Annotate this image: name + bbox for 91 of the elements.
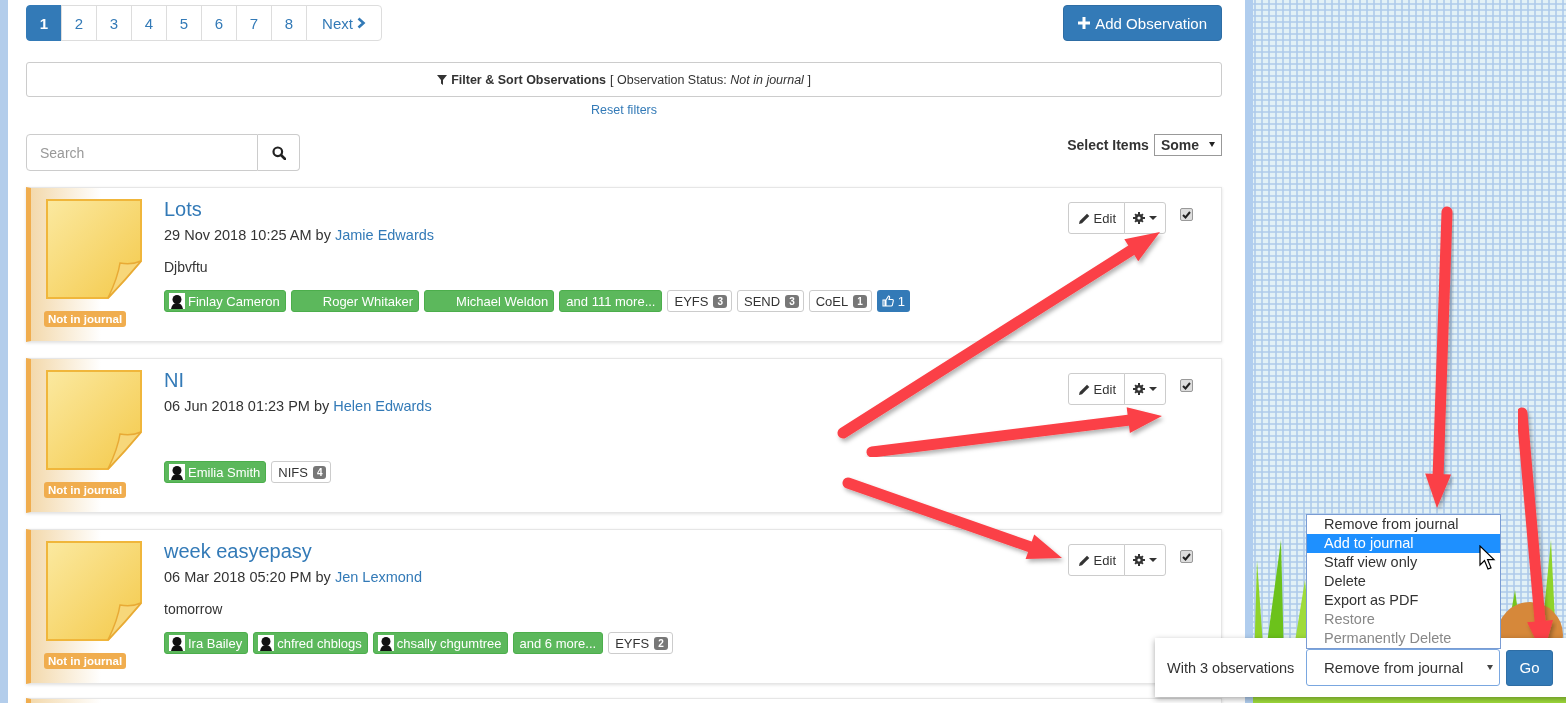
observation-title-link[interactable]: week easyepasy	[164, 540, 312, 563]
more-children-tag[interactable]: and 111 more...	[559, 290, 663, 312]
pencil-icon	[1078, 212, 1090, 224]
framework-tag[interactable]: EYFS 3	[667, 290, 732, 312]
avatar-icon	[169, 293, 185, 309]
search-button[interactable]	[258, 134, 300, 171]
select-items-dropdown[interactable]: Some	[1153, 133, 1222, 156]
author-link[interactable]: Helen Edwards	[333, 398, 432, 414]
page-link[interactable]: 4	[131, 5, 167, 41]
author-link[interactable]: Jamie Edwards	[334, 227, 435, 243]
thumbs-up-icon	[881, 295, 894, 307]
framework-tag[interactable]: SEND 3	[737, 290, 804, 312]
settings-dropdown-button[interactable]	[1124, 202, 1166, 234]
page-link[interactable]: 8	[271, 5, 307, 41]
edit-button[interactable]: Edit	[1067, 373, 1125, 405]
select-checkbox[interactable]	[1180, 208, 1193, 221]
filter-title: Filter & Sort Observations	[451, 72, 607, 87]
dropdown-option[interactable]: Staff view only	[1307, 553, 1500, 572]
count-badge: 4	[312, 465, 327, 479]
avatar-icon	[169, 635, 185, 651]
sticky-note-icon	[46, 370, 142, 470]
count-badge: 2	[654, 636, 668, 650]
by-label: by	[315, 569, 331, 585]
child-tag[interactable]: Ira Bailey	[164, 632, 249, 654]
framework-tag[interactable]: EYFS 2	[608, 632, 673, 654]
child-tag[interactable]: Michael Weldon	[424, 290, 555, 312]
child-tag[interactable]: chfred chblogs	[253, 632, 368, 654]
author-link[interactable]: Jen Lexmond	[334, 569, 422, 585]
avatar-icon	[377, 635, 394, 651]
chevron-right-icon	[356, 17, 366, 29]
edit-button[interactable]: Edit	[1067, 202, 1125, 234]
child-tag[interactable]: Finlay Cameron	[164, 290, 286, 312]
observation-note: Djbvftu	[164, 259, 209, 276]
avatar-icon	[169, 464, 185, 480]
dropdown-option[interactable]: Export as PDF	[1307, 591, 1500, 610]
status-badge: Not in journal	[44, 311, 127, 327]
select-items-label: Select Items	[1067, 136, 1149, 153]
more-children-tag[interactable]: and 6 more...	[512, 632, 604, 654]
search-field[interactable]: Search	[26, 134, 258, 171]
child-tag[interactable]: chsally chgumtree	[372, 632, 508, 654]
sticky-note-icon	[46, 541, 142, 641]
page-link[interactable]: 2	[61, 5, 97, 41]
by-label: by	[313, 398, 330, 414]
page-link[interactable]: 5	[166, 5, 202, 41]
bulk-action-label: With 3 observations	[1167, 659, 1296, 676]
select-checkbox[interactable]	[1180, 379, 1193, 392]
page-link[interactable]: 3	[96, 5, 132, 41]
cursor-icon	[1479, 545, 1496, 571]
dropdown-option[interactable]: Add to journal	[1307, 534, 1500, 553]
pencil-icon	[1078, 383, 1090, 395]
observation-date: 06 Jun 2018 01:23 PM	[164, 398, 310, 414]
next-page-link[interactable]: Next	[306, 5, 382, 41]
go-button[interactable]: Go	[1506, 649, 1553, 686]
reset-filters-link[interactable]: Reset filters	[591, 103, 657, 117]
count-badge: 1	[853, 294, 867, 308]
settings-icon	[1133, 383, 1145, 395]
by-label: by	[315, 227, 331, 243]
observation-date: 29 Nov 2018 10:25 AM	[164, 227, 312, 243]
settings-dropdown-button[interactable]	[1124, 544, 1166, 576]
framework-tag[interactable]: NIFS 4	[271, 461, 332, 483]
observation-date: 06 Mar 2018 05:20 PM	[164, 569, 312, 585]
avatar-icon	[258, 635, 275, 651]
child-tag[interactable]: Emilia Smith	[164, 461, 267, 483]
search-icon	[271, 145, 286, 160]
page-link[interactable]: 6	[201, 5, 237, 41]
status-badge: Not in journal	[44, 653, 127, 669]
likes-tag[interactable]: 1	[876, 290, 911, 312]
filter-icon	[437, 74, 448, 85]
dropdown-option[interactable]: Remove from journal	[1307, 515, 1500, 534]
filter-status: [ Observation Status: Not in journal ]	[610, 72, 811, 87]
status-badge: Not in journal	[44, 482, 127, 498]
plus-icon	[1078, 17, 1091, 29]
count-badge: 3	[785, 294, 799, 308]
observation-note: tomorrow	[164, 601, 224, 618]
page-link[interactable]: 1	[26, 5, 62, 41]
edit-button[interactable]: Edit	[1067, 544, 1125, 576]
observation-title-link[interactable]: Lots	[164, 198, 202, 221]
pencil-icon	[1078, 554, 1090, 566]
settings-icon	[1133, 554, 1145, 566]
add-observation-button[interactable]: Add Observation	[1063, 5, 1222, 41]
page-link[interactable]: 7	[236, 5, 272, 41]
observation-title-link[interactable]: NI	[164, 369, 184, 392]
dropdown-option[interactable]: Delete	[1307, 572, 1500, 591]
select-checkbox[interactable]	[1180, 550, 1193, 563]
framework-tag[interactable]: CoEL 1	[808, 290, 872, 312]
settings-dropdown-button[interactable]	[1124, 373, 1166, 405]
filter-panel[interactable]: Filter & Sort Observations [ Observation Status: Not in journal ]	[26, 62, 1222, 97]
sticky-note-icon	[46, 199, 142, 299]
count-badge: 3	[713, 294, 727, 308]
child-tag[interactable]: Roger Whitaker	[290, 290, 420, 312]
settings-icon	[1133, 212, 1145, 224]
